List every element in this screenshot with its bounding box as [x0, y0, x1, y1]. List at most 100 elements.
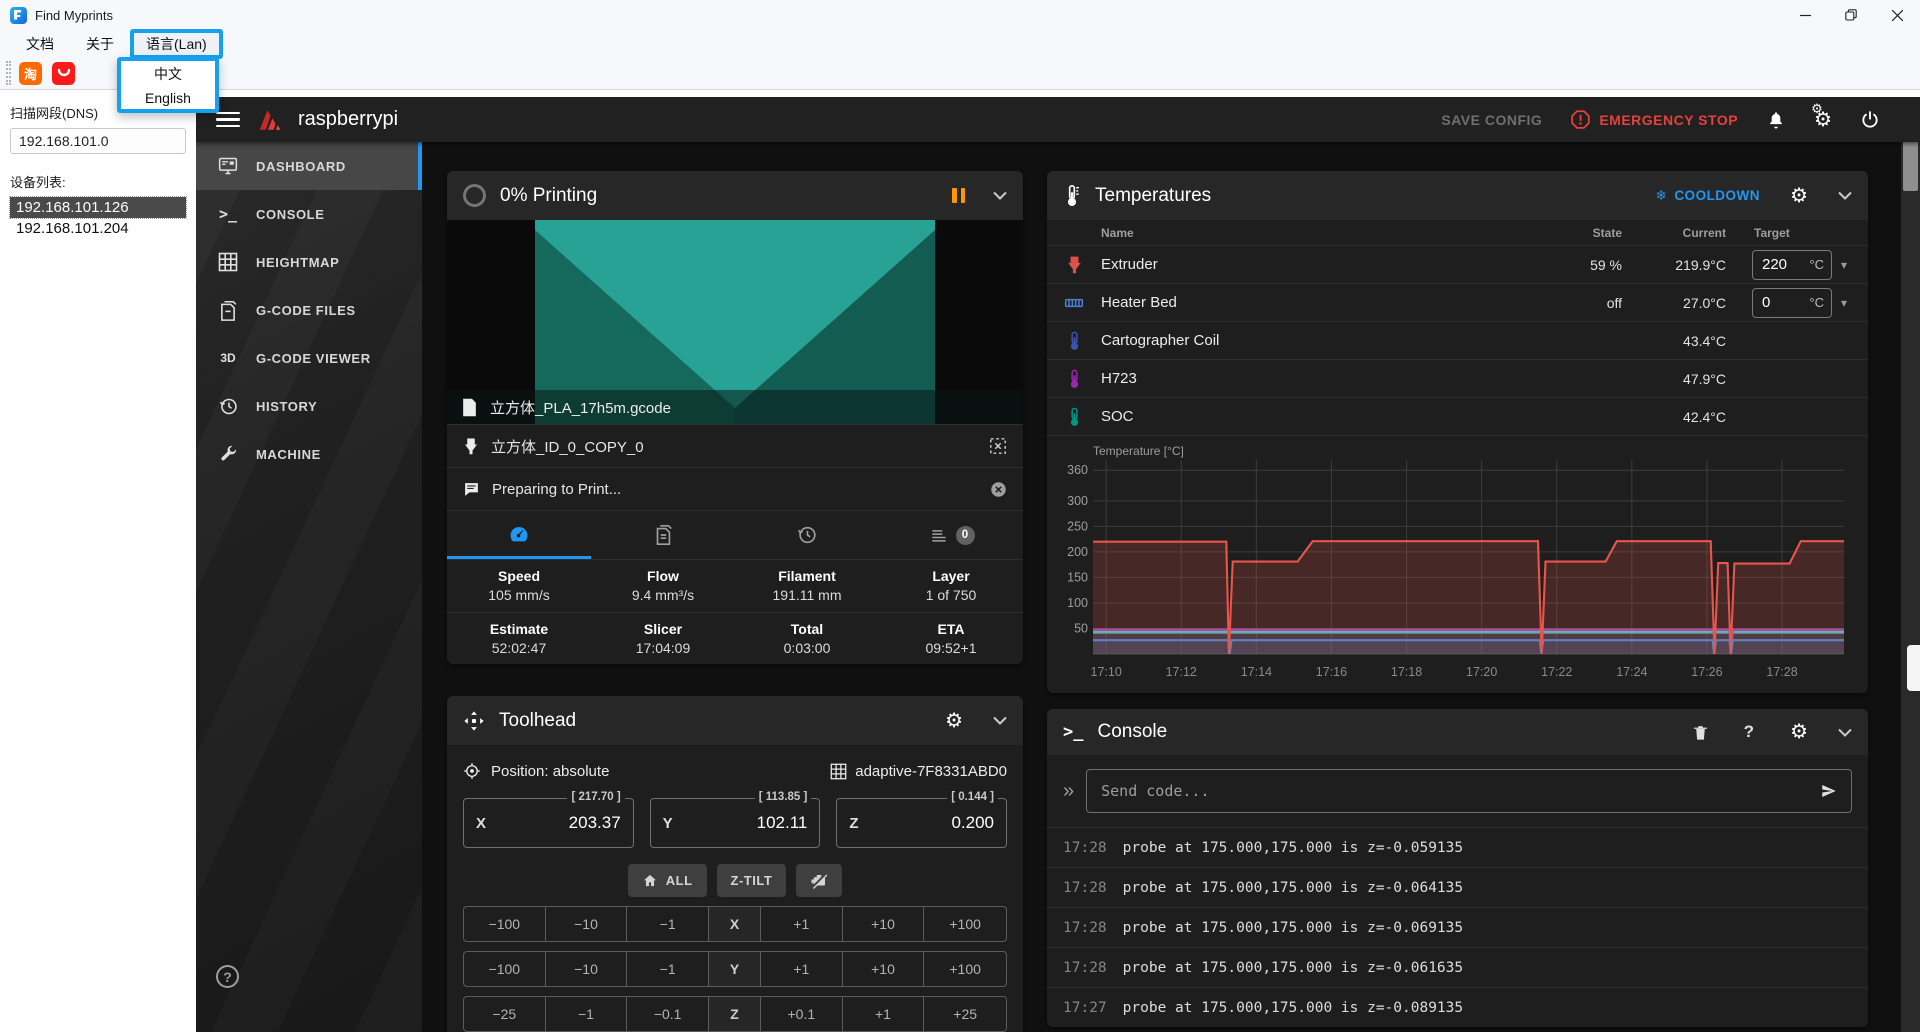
jog-button[interactable]: +1 — [761, 952, 843, 986]
jog-button[interactable]: +1 — [761, 907, 843, 941]
jog-button[interactable]: −100 — [464, 952, 546, 986]
z-tilt-button[interactable]: Z-TILT — [717, 864, 787, 897]
axis-input-z[interactable]: Z0.200[ 0.144 ] — [836, 798, 1007, 848]
shop-icon[interactable] — [52, 62, 75, 85]
jog-button[interactable]: +10 — [843, 907, 925, 941]
menu-icon[interactable] — [216, 112, 240, 128]
svg-text:300: 300 — [1067, 494, 1088, 508]
tab-history[interactable] — [735, 511, 879, 559]
target-value: 0 — [1753, 294, 1809, 311]
sidebar-item-machine[interactable]: MACHINE — [196, 430, 422, 478]
notifications-bell-icon[interactable] — [1766, 109, 1786, 131]
tab-file-info[interactable] — [591, 511, 735, 559]
print-stat-flow: Flow9.4 mm³/s — [591, 560, 735, 612]
file-icon — [461, 398, 478, 417]
cooldown-button[interactable]: ❄ COOLDOWN — [1656, 188, 1761, 204]
temperature-row-h723: H72347.9°C — [1047, 360, 1868, 398]
console-icon: >_ — [216, 202, 240, 226]
restore-button[interactable] — [1828, 0, 1874, 30]
clear-message-icon[interactable] — [990, 481, 1007, 498]
sidebar-item-heightmap[interactable]: HEIGHTMAP — [196, 238, 422, 286]
jog-button[interactable]: −0.1 — [627, 997, 709, 1031]
jog-button[interactable]: −1 — [546, 997, 628, 1031]
toolbar-gripper[interactable] — [6, 61, 11, 85]
target-temp-input[interactable]: 0°C — [1752, 288, 1832, 318]
menu-item-language[interactable]: 语言(Lan) — [130, 29, 223, 59]
sidebar-item-history[interactable]: HISTORY — [196, 382, 422, 430]
page-scrollbar[interactable] — [1901, 97, 1920, 1032]
jog-button[interactable]: +100 — [924, 907, 1006, 941]
jog-button[interactable]: −1 — [627, 907, 709, 941]
console-log: 17:28probe at 175.000,175.000 is z=-0.05… — [1047, 827, 1868, 1027]
target-dropdown-icon[interactable]: ▾ — [1841, 258, 1847, 272]
temp-settings-icon[interactable]: ⚙ — [1790, 186, 1808, 206]
console-help-icon[interactable]: ? — [1744, 722, 1754, 742]
trash-icon[interactable] — [1693, 724, 1708, 741]
toolhead-settings-icon[interactable]: ⚙ — [945, 711, 963, 731]
target-dropdown-icon[interactable]: ▾ — [1841, 296, 1847, 310]
jog-button[interactable]: +1 — [843, 997, 925, 1031]
emergency-stop-button[interactable]: EMERGENCY STOP — [1570, 109, 1738, 130]
ui-settings-gears-icon[interactable]: ⚙ ⚙ — [1814, 110, 1832, 130]
collapse-panel-icon[interactable] — [1838, 191, 1852, 200]
thermometer-icon — [1047, 331, 1101, 351]
device-list-item[interactable]: 192.168.101.126 — [10, 197, 186, 218]
target-value: 220 — [1753, 256, 1809, 273]
print-file-row[interactable]: 立方体_PLA_17h5m.gcode — [447, 390, 1023, 424]
svg-text:17:28: 17:28 — [1766, 665, 1797, 679]
gcode-command-input[interactable] — [1087, 782, 1807, 800]
jog-button[interactable]: −1 — [627, 952, 709, 986]
motors-off-button[interactable] — [796, 864, 842, 897]
jog-button[interactable]: −25 — [464, 997, 546, 1031]
axis-limit-label: [ 0.144 ] — [947, 791, 998, 803]
bed-mesh-profile[interactable]: adaptive-7F8331ABD0 — [830, 763, 1007, 780]
send-command-icon[interactable] — [1807, 782, 1851, 800]
mainsail-logo-icon — [256, 107, 282, 133]
jog-button[interactable]: +0.1 — [761, 997, 843, 1031]
collapse-panel-icon[interactable] — [1838, 728, 1852, 737]
dropdown-item-中文[interactable]: 中文 — [121, 61, 215, 87]
jog-button[interactable]: +10 — [843, 952, 925, 986]
sensor-state: 59 % — [1542, 257, 1622, 273]
target-temp-input[interactable]: 220°C — [1752, 250, 1832, 280]
scan-subnet-input[interactable] — [10, 128, 186, 154]
jog-button[interactable]: −10 — [546, 907, 628, 941]
jog-button[interactable]: −100 — [464, 907, 546, 941]
console-settings-icon[interactable]: ⚙ — [1790, 722, 1808, 742]
jog-button[interactable]: +100 — [924, 952, 1006, 986]
power-icon[interactable] — [1860, 110, 1880, 130]
home-all-button[interactable]: ALL — [628, 864, 707, 897]
close-button[interactable] — [1874, 0, 1920, 30]
sidebar-item-console[interactable]: >_CONSOLE — [196, 190, 422, 238]
console-panel: >_ Console ? ⚙ » — [1047, 709, 1868, 1027]
jog-button[interactable]: −10 — [546, 952, 628, 986]
language-dropdown: 中文English — [117, 57, 219, 113]
axis-input-x[interactable]: X203.37[ 217.70 ] — [463, 798, 634, 848]
sidebar-item-g-code-viewer[interactable]: 3DG-CODE VIEWER — [196, 334, 422, 382]
dropdown-item-english[interactable]: English — [121, 87, 215, 109]
sensor-current: 42.4°C — [1622, 409, 1726, 425]
right-edge-tag[interactable] — [1907, 645, 1920, 691]
help-icon[interactable]: ? — [216, 965, 239, 988]
stat-label: ETA — [879, 621, 1023, 637]
temperature-row-extruder: Extruder59 %219.9°C220°C▾ — [1047, 246, 1868, 284]
collapse-panel-icon[interactable] — [993, 191, 1007, 200]
sidebar-item-g-code-files[interactable]: G-CODE FILES — [196, 286, 422, 334]
command-history-icon[interactable]: » — [1063, 781, 1074, 801]
menu-item-app[interactable]: 关于 — [70, 31, 130, 57]
collapse-panel-icon[interactable] — [993, 716, 1007, 725]
menu-item-app[interactable]: 文档 — [10, 31, 70, 57]
tab-objects[interactable]: 0 — [879, 511, 1023, 559]
save-config-button[interactable]: SAVE CONFIG — [1441, 112, 1542, 128]
taobao-icon[interactable]: 淘 — [19, 62, 42, 85]
sidebar-item-dashboard[interactable]: DASHBOARD — [196, 142, 422, 190]
device-list-item[interactable]: 192.168.101.204 — [10, 218, 186, 239]
tab-speed[interactable] — [447, 511, 591, 559]
printing-object-row[interactable]: 立方体_ID_0_COPY_0 — [447, 424, 1023, 467]
pause-print-icon[interactable] — [952, 188, 965, 203]
minimize-button[interactable] — [1782, 0, 1828, 30]
axis-input-y[interactable]: Y102.11[ 113.85 ] — [650, 798, 821, 848]
exclude-object-icon[interactable] — [989, 437, 1007, 455]
jog-button[interactable]: +25 — [924, 997, 1006, 1031]
motors-off-icon — [810, 872, 828, 890]
